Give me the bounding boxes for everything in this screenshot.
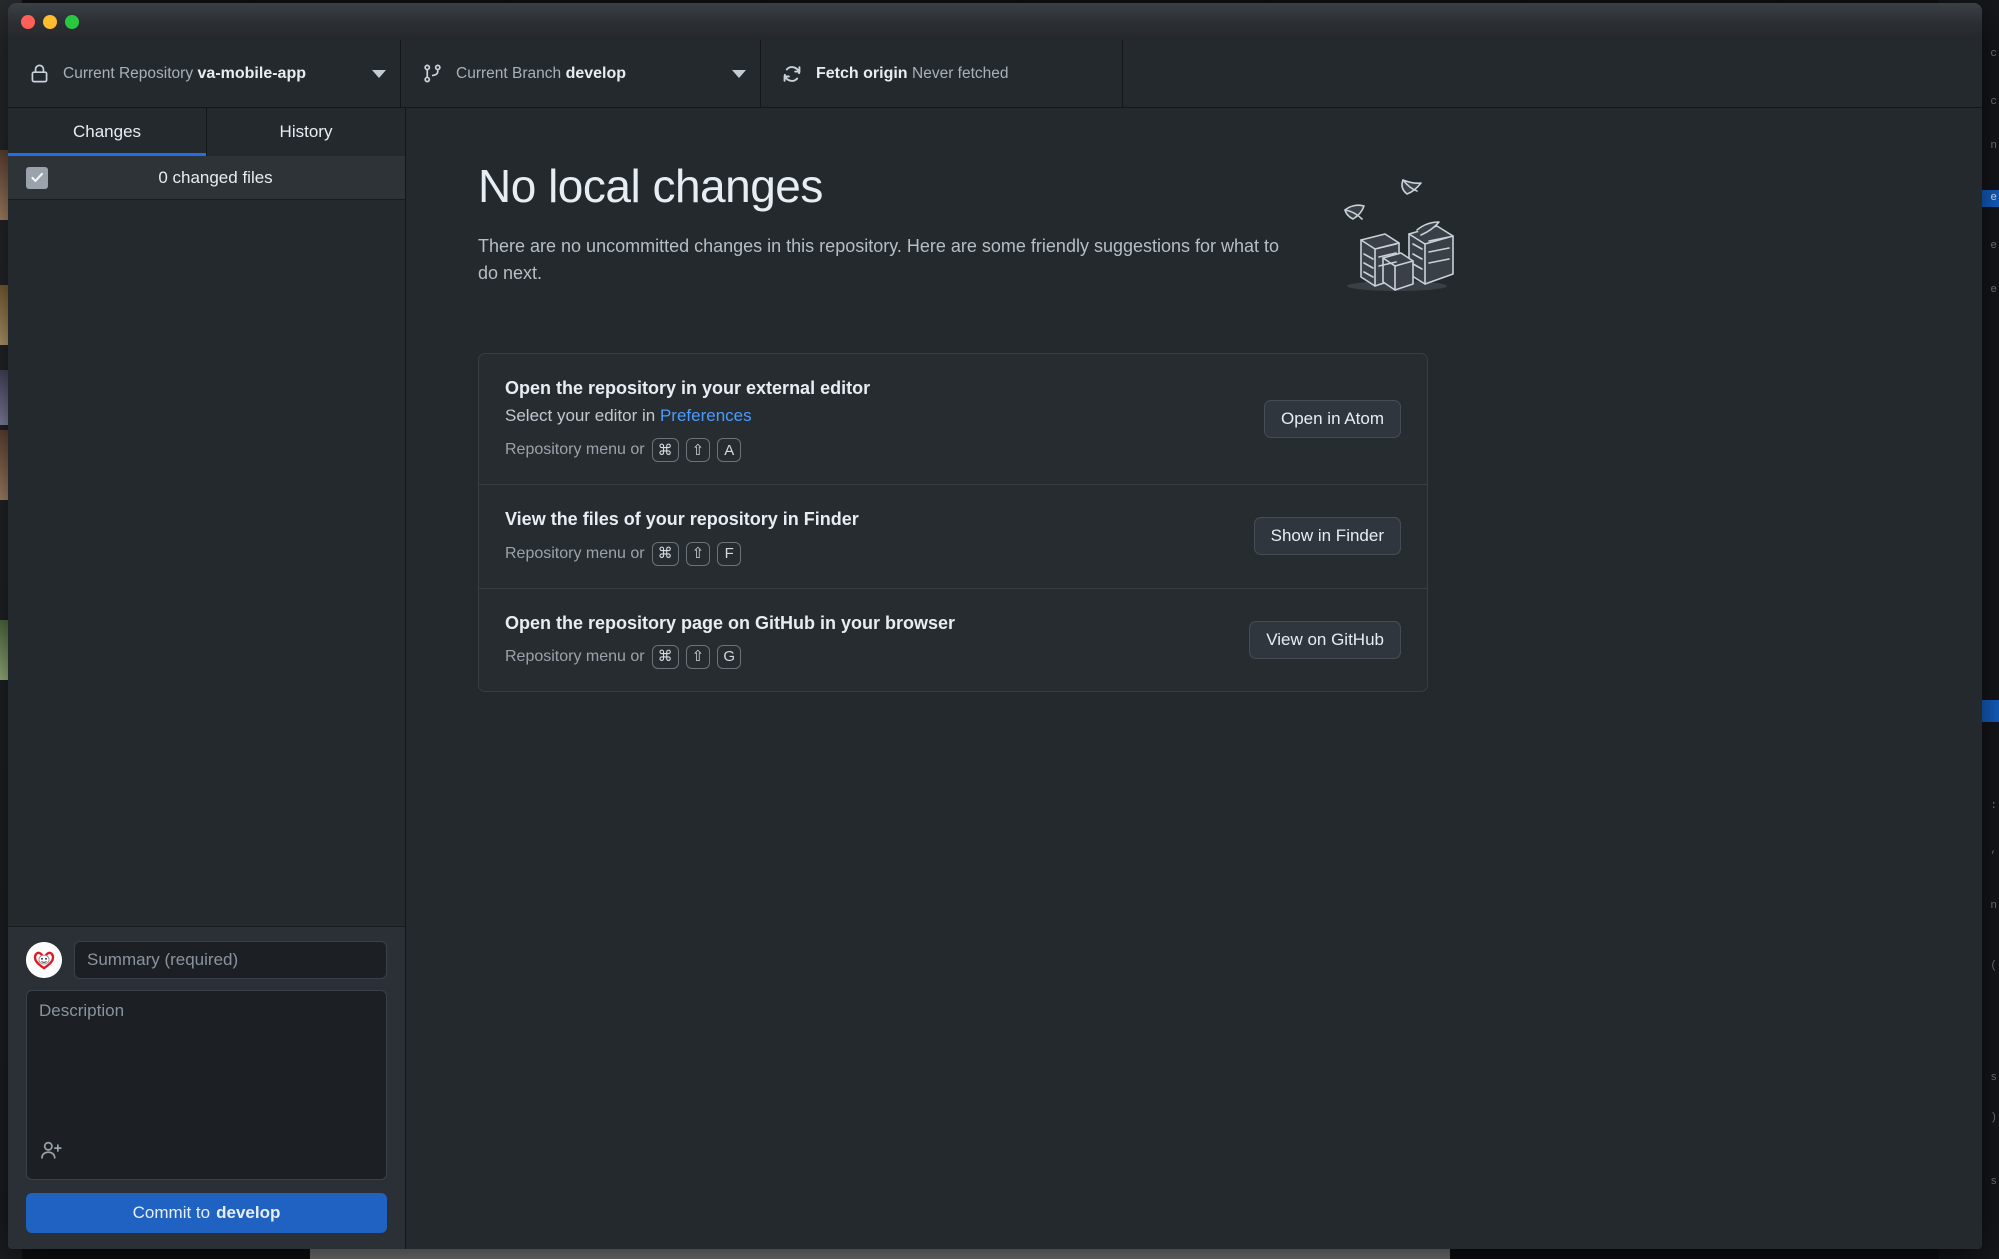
kbd-letter: A — [717, 438, 742, 463]
avatar — [26, 942, 62, 978]
lock-icon — [26, 63, 52, 84]
kbd-letter: F — [717, 541, 742, 566]
person-add-icon[interactable] — [39, 1139, 64, 1169]
suggestion-shortcut: Repository menu or ⌘ ⇧ G — [505, 644, 1225, 669]
commit-summary-placeholder: Summary (required) — [87, 950, 239, 969]
suggestion-title: View the files of your repository in Fin… — [505, 509, 859, 530]
fetch-origin-label: Fetch origin — [816, 65, 908, 82]
suggestion-title: Open the repository page on GitHub in yo… — [505, 612, 956, 633]
select-all-checkbox[interactable] — [26, 166, 48, 189]
commit-button-branch: develop — [216, 1203, 281, 1222]
app-body: Changes History 0 changed files Summary … — [8, 108, 1982, 1249]
app-toolbar: Current Repository va-mobile-app Current… — [8, 40, 1982, 108]
current-repository-value: va-mobile-app — [197, 65, 306, 82]
kbd-shift-icon: ⇧ — [685, 541, 711, 566]
shortcut-prefix: Repository menu or — [505, 647, 645, 665]
kbd-command-icon: ⌘ — [651, 541, 679, 566]
kbd-command-icon: ⌘ — [651, 438, 679, 463]
github-desktop-window: Current Repository va-mobile-app Current… — [8, 3, 1982, 1249]
tab-changes[interactable]: Changes — [8, 108, 207, 156]
suggestion-shortcut: Repository menu or ⌘ ⇧ F — [505, 541, 1230, 566]
minimize-window-button[interactable] — [43, 14, 57, 29]
fetch-origin-button[interactable]: Fetch origin Never fetched — [761, 40, 1123, 107]
commit-description-input[interactable]: Description — [26, 990, 387, 1180]
commit-form: Summary (required) Description Commit to… — [8, 926, 405, 1249]
kbd-shift-icon: ⇧ — [685, 438, 711, 463]
view-on-github-button[interactable]: View on GitHub — [1249, 620, 1401, 659]
sidebar-tabs: Changes History — [8, 108, 405, 156]
main-pane: No local changes There are no uncommitte… — [406, 108, 1982, 1249]
blank-slate-header: No local changes There are no uncommitte… — [478, 160, 1706, 299]
sidebar: Changes History 0 changed files Summary … — [8, 108, 406, 1249]
current-branch-dropdown[interactable]: Current Branch develop — [401, 40, 761, 107]
shortcut-prefix: Repository menu or — [505, 544, 645, 562]
chevron-down-icon[interactable] — [732, 69, 746, 78]
suggestion-subtitle: Select your editor in Preferences — [505, 405, 1240, 428]
tab-history-label: History — [279, 122, 333, 141]
commit-summary-input[interactable]: Summary (required) — [74, 941, 387, 979]
suggestion-show-in-finder: View the files of your repository in Fin… — [479, 485, 1427, 589]
suggestion-shortcut: Repository menu or ⌘ ⇧ A — [505, 438, 1240, 463]
page-subtitle: There are no uncommitted changes in this… — [478, 235, 1280, 283]
current-repository-dropdown[interactable]: Current Repository va-mobile-app — [8, 40, 401, 107]
open-in-atom-button[interactable]: Open in Atom — [1263, 400, 1401, 439]
fetch-origin-status: Never fetched — [912, 65, 1009, 82]
changed-files-count: 0 changed files — [158, 167, 273, 187]
chevron-down-icon[interactable] — [372, 69, 386, 78]
suggestion-subtitle-prefix: Select your editor in — [505, 406, 660, 426]
current-repository-label: Current Repository — [63, 65, 194, 82]
papers-boxes-illustration — [1317, 144, 1467, 299]
kbd-command-icon: ⌘ — [651, 644, 679, 669]
commit-button[interactable]: Commit to develop — [26, 1193, 387, 1233]
commit-description-placeholder: Description — [39, 1001, 125, 1020]
kbd-shift-icon: ⇧ — [685, 644, 711, 669]
suggestion-view-on-github: Open the repository page on GitHub in yo… — [479, 589, 1427, 691]
suggestion-title: Open the repository in your external edi… — [505, 378, 871, 398]
commit-button-prefix: Commit to — [132, 1203, 211, 1222]
changed-files-list[interactable] — [8, 200, 405, 926]
tab-history[interactable]: History — [207, 108, 405, 156]
shortcut-prefix: Repository menu or — [505, 441, 645, 459]
commit-summary-row: Summary (required) — [26, 941, 387, 979]
git-branch-icon — [419, 63, 445, 84]
page-title: No local changes — [478, 160, 823, 212]
close-window-button[interactable] — [21, 14, 35, 29]
check-icon — [30, 172, 43, 182]
suggestion-open-external-editor: Open the repository in your external edi… — [479, 354, 1427, 486]
preferences-link[interactable]: Preferences — [660, 406, 752, 425]
show-in-finder-button[interactable]: Show in Finder — [1253, 517, 1401, 556]
sync-icon — [779, 63, 805, 85]
current-branch-label: Current Branch — [456, 65, 562, 82]
window-titlebar[interactable] — [8, 3, 1982, 40]
changed-files-header: 0 changed files — [8, 156, 405, 200]
tab-changes-label: Changes — [72, 122, 142, 141]
kbd-letter: G — [717, 644, 742, 669]
traffic-light-group — [21, 14, 79, 29]
suggestions-card: Open the repository in your external edi… — [478, 353, 1428, 692]
maximize-window-button[interactable] — [65, 14, 79, 29]
current-branch-value: develop — [565, 65, 627, 82]
